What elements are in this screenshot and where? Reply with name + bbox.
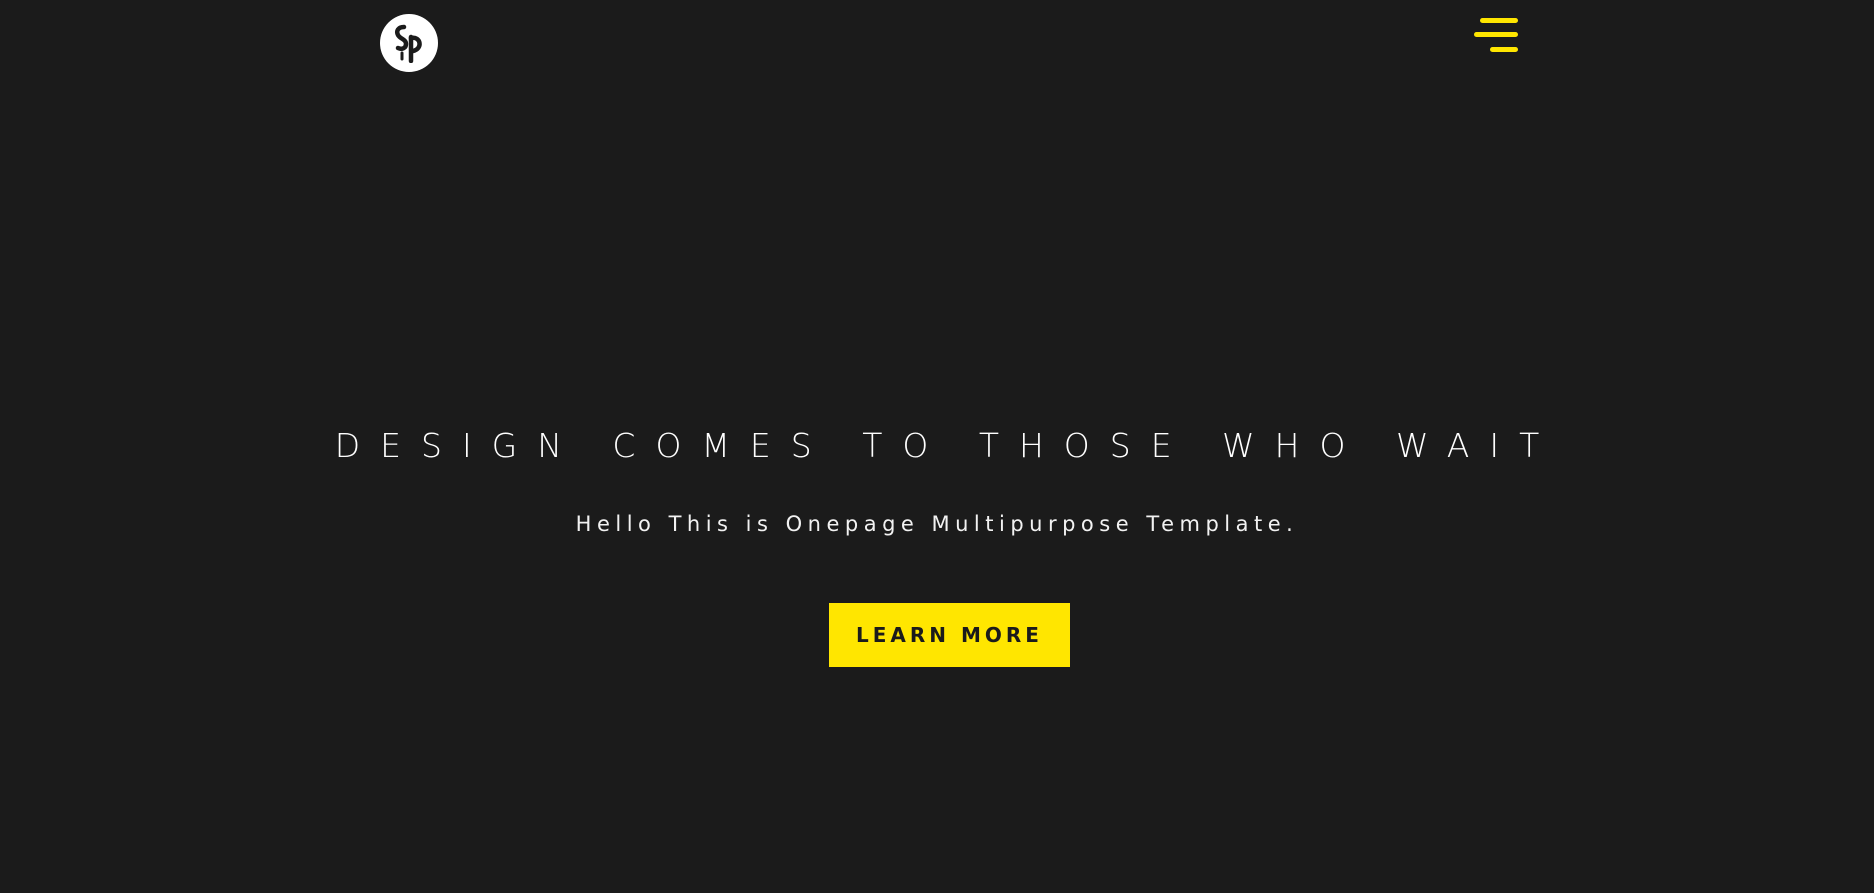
hero-title: DESIGN COMES TO THOSE WHO WAIT (334, 426, 1560, 465)
hero-subtitle: Hello This is Onepage Multipurpose Templ… (575, 512, 1299, 536)
hero-section: DESIGN COMES TO THOSE WHO WAIT Hello Thi… (0, 0, 1874, 893)
learn-more-button[interactable]: LEARN MORE (829, 603, 1070, 667)
